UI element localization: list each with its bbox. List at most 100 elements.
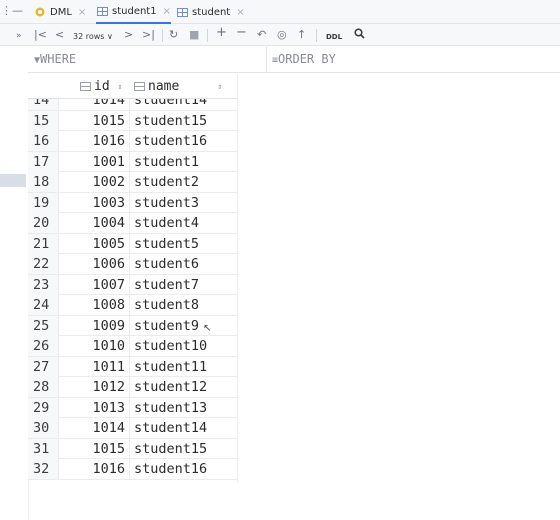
cell-name[interactable]: student11 <box>132 357 238 377</box>
cell-id[interactable]: 1011 <box>59 356 130 377</box>
cell-name[interactable]: student8 <box>132 295 238 315</box>
tab-dml[interactable]: DML × <box>34 0 86 24</box>
cell-id[interactable]: 1006 <box>59 254 130 274</box>
row-number[interactable]: 18 <box>28 172 59 192</box>
cell-id[interactable]: 1015 <box>59 110 130 131</box>
stop-icon[interactable]: ■ <box>189 28 199 42</box>
rows-count-dropdown[interactable]: 32 rows ∨ <box>73 30 113 44</box>
table-row[interactable]: 19 1003 student3 <box>28 192 238 213</box>
cell-name[interactable]: student13 <box>132 398 238 418</box>
next-page-icon[interactable]: > <box>124 28 133 42</box>
overflow-icon[interactable]: » <box>16 29 22 43</box>
column-header-id[interactable]: id ⇕ <box>80 74 122 99</box>
revert-icon[interactable]: ↶ <box>257 28 266 42</box>
cell-name[interactable]: student10 <box>132 336 238 356</box>
sort-icon[interactable]: ⇕ <box>217 82 222 91</box>
row-number[interactable]: 27 <box>28 356 59 377</box>
cell-name[interactable]: student2 <box>132 172 238 192</box>
cell-name[interactable]: student12 <box>132 377 238 397</box>
previous-page-icon[interactable]: < <box>55 28 64 42</box>
row-number[interactable]: 21 <box>28 233 59 254</box>
row-number[interactable]: 30 <box>28 418 59 438</box>
row-number[interactable]: 26 <box>28 336 59 356</box>
sort-icon[interactable]: ⇕ <box>118 82 123 91</box>
where-filter[interactable]: ▼WHERE <box>34 52 76 66</box>
cell-name[interactable]: student7 <box>132 275 238 295</box>
row-number[interactable]: 25 <box>28 315 59 336</box>
cell-name[interactable]: student16 <box>132 459 238 479</box>
ddl-button[interactable]: DDL <box>326 30 342 44</box>
cell-id[interactable]: 1012 <box>59 377 130 397</box>
row-number[interactable]: 24 <box>28 295 59 315</box>
cell-id[interactable]: 1004 <box>59 213 130 233</box>
table-row[interactable]: 18 1002 student2 <box>28 172 238 193</box>
table-row[interactable]: 27 1011 student11 <box>28 356 238 377</box>
cell-id[interactable]: 1005 <box>59 233 130 254</box>
minimize-icon[interactable]: — <box>12 4 23 17</box>
cell-name[interactable]: student15 <box>132 111 238 131</box>
close-icon[interactable]: × <box>163 6 171 17</box>
table-row[interactable]: 17 1001 student1 <box>28 151 238 172</box>
add-row-icon[interactable]: + <box>216 26 227 40</box>
cell-id[interactable]: 1003 <box>59 192 130 213</box>
cell-name[interactable]: student9 <box>132 316 238 336</box>
table-row[interactable]: 15 1015 student15 <box>28 110 238 131</box>
table-row[interactable]: 28 1012 student12 <box>28 377 238 398</box>
row-number[interactable]: 16 <box>28 131 59 151</box>
tab-student1[interactable]: student1 × <box>96 0 171 24</box>
cell-id[interactable]: 1013 <box>59 397 130 418</box>
preview-icon[interactable]: ◎ <box>277 28 287 42</box>
cell-name[interactable]: student14 <box>132 418 238 438</box>
cell-id[interactable]: 1016 <box>59 459 130 479</box>
cell-name[interactable]: student15 <box>132 439 238 459</box>
row-number[interactable]: 14 <box>28 99 59 110</box>
row-number[interactable]: 28 <box>28 377 59 397</box>
table-row[interactable]: 31 1015 student15 <box>28 438 238 459</box>
row-number[interactable]: 15 <box>28 110 59 131</box>
cell-id[interactable]: 1009 <box>59 315 130 336</box>
more-icon[interactable]: ⋮ <box>1 4 12 17</box>
row-number[interactable]: 29 <box>28 397 59 418</box>
table-row[interactable]: 26 1010 student10 <box>28 336 238 357</box>
cell-name[interactable]: student6 <box>132 254 238 274</box>
cell-name[interactable]: student16 <box>132 131 238 151</box>
cell-id[interactable]: 1015 <box>59 438 130 459</box>
table-row[interactable]: 29 1013 student13 <box>28 397 238 418</box>
row-number[interactable]: 19 <box>28 192 59 213</box>
table-row[interactable]: 24 1008 student8 <box>28 295 238 316</box>
cell-id[interactable]: 1010 <box>59 336 130 356</box>
table-row[interactable]: 32 1016 student16 <box>28 459 238 480</box>
first-page-icon[interactable]: |< <box>34 28 47 42</box>
cell-id[interactable]: 1007 <box>59 274 130 295</box>
row-number[interactable]: 23 <box>28 274 59 295</box>
table-row[interactable]: 14 1014 student14 <box>28 99 238 111</box>
close-icon[interactable]: × <box>236 7 244 18</box>
cell-id[interactable]: 1008 <box>59 295 130 315</box>
last-page-icon[interactable]: >| <box>142 28 155 42</box>
table-row[interactable]: 30 1014 student14 <box>28 418 238 439</box>
row-number[interactable]: 17 <box>28 151 59 172</box>
column-header-name[interactable]: name ⇕ <box>134 74 222 99</box>
cell-name[interactable]: student4 <box>132 213 238 233</box>
delete-row-icon[interactable]: − <box>236 26 247 40</box>
submit-icon[interactable]: ↑ <box>297 28 306 42</box>
row-number[interactable]: 20 <box>28 213 59 233</box>
cell-id[interactable]: 1016 <box>59 131 130 151</box>
cell-id[interactable]: 1014 <box>59 418 130 438</box>
table-row[interactable]: 16 1016 student16 <box>28 131 238 152</box>
row-number[interactable]: 22 <box>28 254 59 274</box>
close-icon[interactable]: × <box>78 7 86 18</box>
row-number[interactable]: 32 <box>28 459 59 479</box>
row-number[interactable]: 31 <box>28 438 59 459</box>
cell-id[interactable]: 1002 <box>59 172 130 192</box>
tab-student[interactable]: student × <box>176 0 245 24</box>
table-row[interactable]: 21 1005 student5 <box>28 233 238 254</box>
table-row[interactable]: 23 1007 student7 <box>28 274 238 295</box>
cell-name[interactable]: student5 <box>132 234 238 254</box>
cell-id[interactable]: 1014 <box>59 99 130 110</box>
cell-name[interactable]: student3 <box>132 193 238 213</box>
cell-name[interactable]: student1 <box>132 152 238 172</box>
search-icon[interactable] <box>354 28 365 43</box>
refresh-icon[interactable]: ↻ <box>169 28 178 42</box>
cell-id[interactable]: 1001 <box>59 151 130 172</box>
